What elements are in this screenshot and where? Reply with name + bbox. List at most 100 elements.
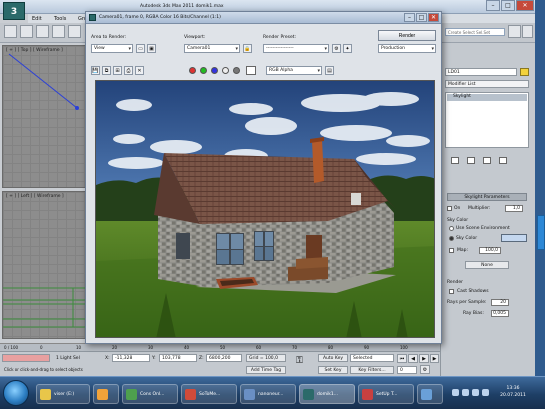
maximize-button[interactable]: □ (501, 0, 515, 11)
add-time-tag-button[interactable]: Add Time Tag (246, 366, 286, 374)
taskbar-item-3dsmax[interactable]: domik1... (299, 384, 355, 404)
taskbar-item-opera[interactable]: SoToMe... (181, 384, 237, 404)
current-frame-field[interactable]: 0 (397, 366, 417, 374)
taskbar-item-browser[interactable]: Cons Onl... (122, 384, 178, 404)
named-selection-field[interactable]: Create Select Sel.Set (445, 28, 505, 36)
play-icon[interactable]: ▶ (419, 354, 429, 363)
remove-modifier-icon[interactable] (499, 157, 507, 164)
pin-stack-icon[interactable] (451, 157, 459, 164)
print-icon[interactable]: ⎙ (124, 66, 133, 75)
time-config-icon[interactable]: ⚙ (420, 365, 430, 374)
taskbar-item-explorer[interactable]: viser (E:) (36, 384, 90, 404)
start-button[interactable] (3, 380, 29, 406)
x-coordinate-field[interactable]: -11,328 (112, 354, 150, 362)
taskbar-item-app[interactable] (93, 384, 119, 404)
edit-region-icon[interactable]: ▭ (136, 44, 145, 53)
set-key-button[interactable]: Set Key (318, 366, 348, 374)
previous-frame-icon[interactable]: ◀ (408, 354, 418, 363)
object-color-swatch[interactable] (520, 68, 529, 76)
next-frame-icon[interactable]: ▶ (430, 354, 439, 363)
channel-dropdown[interactable]: RGB Alpha (266, 66, 322, 75)
viewport-dropdown[interactable]: Camera01 (184, 44, 240, 53)
key-filters-button[interactable]: Key Filters... (350, 366, 394, 374)
mirror-icon[interactable] (508, 25, 521, 38)
use-scene-env-radio[interactable] (449, 226, 454, 231)
map-checkbox[interactable] (449, 248, 454, 253)
dialog-minimize-button[interactable]: – (404, 13, 415, 22)
rays-per-sample-spinner[interactable]: 20 (491, 299, 509, 306)
selected-dropdown[interactable]: Selected (350, 354, 394, 362)
render-preset-dropdown[interactable]: ----------------- (263, 44, 329, 53)
color-swatch[interactable] (246, 66, 256, 75)
render-setup-icon[interactable]: ⚙ (332, 44, 341, 53)
modifier-stack-item-skylight[interactable]: Skylight (447, 94, 527, 101)
multiplier-spinner[interactable]: 1,0 (505, 205, 523, 212)
modifier-stack[interactable]: Skylight (445, 92, 529, 148)
render-button[interactable]: Render (378, 30, 436, 41)
red-channel-toggle[interactable] (189, 67, 196, 74)
frame-indicator[interactable]: 0 / 100 (4, 345, 18, 350)
sky-color-swatch[interactable] (501, 234, 527, 242)
area-to-render-dropdown[interactable]: View (91, 44, 133, 53)
viewport-left[interactable]: [ + ] [ Left ] [ Wireframe ] (2, 191, 87, 339)
lock-viewport-icon[interactable]: 🔒 (243, 44, 252, 53)
minimize-button[interactable]: – (486, 0, 500, 11)
auto-region-icon[interactable]: ▣ (147, 44, 156, 53)
desktop-gadget[interactable] (537, 215, 545, 250)
render-preset-label: Render Preset: (263, 35, 296, 40)
dialog-maximize-button[interactable]: □ (416, 13, 427, 22)
rendered-frame-title-bar[interactable]: Camera01, frame 0, RGBA Color 16 Bits/Ch… (86, 12, 441, 24)
green-channel-toggle[interactable] (200, 67, 207, 74)
sky-color-radio[interactable] (449, 236, 454, 241)
copy-image-icon[interactable]: ⧉ (102, 66, 111, 75)
make-unique-icon[interactable] (483, 157, 491, 164)
taskbar-item-paint[interactable] (417, 384, 443, 404)
undo-icon[interactable] (4, 25, 17, 38)
clear-icon[interactable]: ✕ (135, 66, 144, 75)
bind-icon[interactable] (68, 25, 81, 38)
alpha-channel-toggle[interactable] (222, 67, 229, 74)
flag-tray-icon[interactable] (482, 389, 489, 396)
key-icon[interactable]: ⚿ (296, 356, 303, 366)
maxscript-listener-field[interactable] (2, 354, 50, 362)
viewport-top[interactable]: [ + ] [ Top ] [ Wireframe ] (2, 45, 86, 188)
close-button[interactable]: ✕ (516, 0, 534, 11)
on-checkbox[interactable] (447, 206, 452, 211)
stack-tools (445, 155, 529, 165)
timeline[interactable]: 0 / 100 0 10 20 30 40 50 60 70 80 90 100 (0, 343, 440, 351)
save-image-icon[interactable]: 💾 (91, 66, 100, 75)
menu-edit[interactable]: Edit (32, 16, 42, 22)
volume-tray-icon[interactable] (472, 389, 479, 396)
map-none-button[interactable]: None (465, 261, 509, 269)
dialog-close-button[interactable]: ✕ (428, 13, 439, 22)
production-dropdown[interactable]: Production (378, 44, 436, 53)
blue-channel-toggle[interactable] (211, 67, 218, 74)
ray-bias-spinner[interactable]: 0,005 (491, 310, 509, 317)
map-amount-spinner[interactable]: 100,0 (479, 247, 501, 254)
align-icon[interactable] (522, 25, 533, 38)
rendered-image[interactable] (95, 80, 435, 338)
toggle-ui-icon[interactable]: ▤ (325, 66, 334, 75)
taskbar-item-setup[interactable]: SetUp T... (358, 384, 414, 404)
app-logo-icon[interactable]: 3 (3, 2, 25, 20)
language-tray-icon[interactable] (452, 389, 459, 396)
menu-tools[interactable]: Tools (54, 16, 66, 22)
cast-shadows-checkbox[interactable] (449, 289, 454, 294)
modifier-list-dropdown[interactable]: Modifier List (445, 80, 529, 88)
show-end-result-icon[interactable] (467, 157, 475, 164)
auto-key-button[interactable]: Auto Key (318, 354, 348, 362)
skylight-parameters-rollout[interactable]: Skylight Parameters (447, 193, 527, 201)
go-to-start-icon[interactable]: ⏮ (397, 354, 407, 363)
system-clock[interactable]: 13:36 20.07.2011 (493, 385, 533, 399)
environment-icon[interactable]: ✦ (343, 44, 352, 53)
y-coordinate-field[interactable]: 103,778 (159, 354, 197, 362)
redo-icon[interactable] (20, 25, 33, 38)
object-name-field[interactable]: LD01 (445, 68, 517, 76)
z-coordinate-field[interactable]: 6800,200 (206, 354, 242, 362)
link-icon[interactable] (36, 25, 49, 38)
mono-channel-toggle[interactable] (233, 67, 240, 74)
clone-window-icon[interactable]: ⊞ (113, 66, 122, 75)
network-tray-icon[interactable] (462, 389, 469, 396)
taskbar-item-folder[interactable]: nanoneur... (240, 384, 296, 404)
unlink-icon[interactable] (52, 25, 65, 38)
